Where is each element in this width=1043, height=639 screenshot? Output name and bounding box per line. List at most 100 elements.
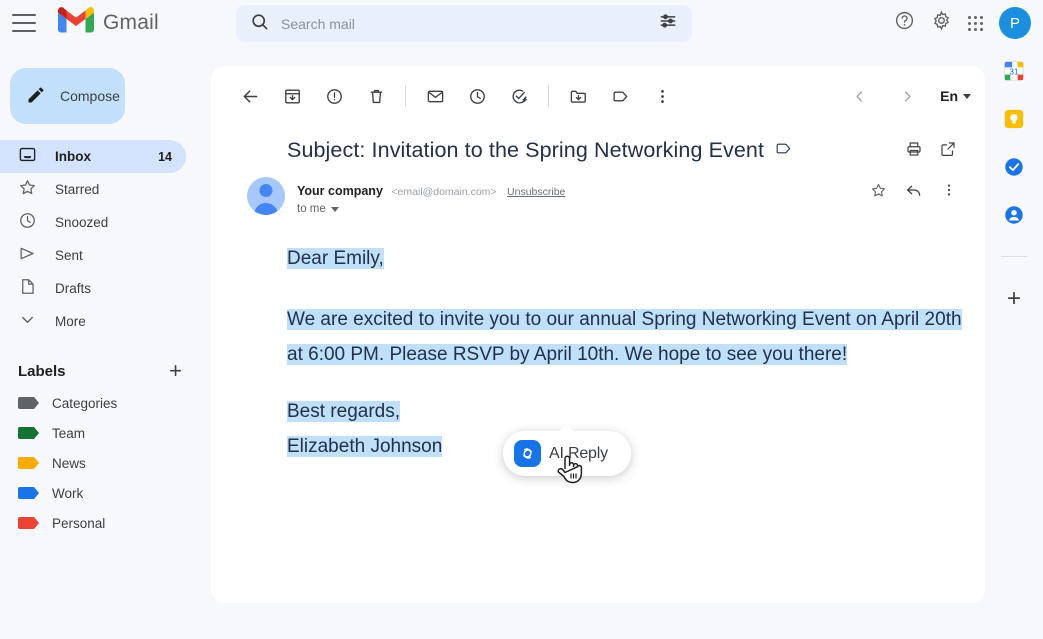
brand-label: Gmail bbox=[103, 11, 159, 34]
chevron-down-icon bbox=[963, 93, 971, 99]
label-tag-icon bbox=[18, 427, 39, 439]
toolbar-right: En bbox=[838, 76, 971, 116]
email-toolbar: En bbox=[211, 66, 985, 126]
star-icon[interactable] bbox=[870, 182, 887, 204]
star-icon bbox=[18, 178, 37, 202]
pointing-hand-cursor bbox=[556, 452, 586, 488]
sidebar: Compose Inbox 14 Starred Snoozed Sent Dr… bbox=[0, 46, 200, 639]
gmail-m-logo bbox=[57, 7, 95, 39]
more-options-icon[interactable] bbox=[941, 182, 957, 203]
sender-row: Your company <email@domain.com> Unsubscr… bbox=[211, 163, 985, 215]
sender-meta: Your company <email@domain.com> Unsubscr… bbox=[297, 177, 565, 215]
compose-label: Compose bbox=[60, 88, 120, 104]
move-to-folder-icon[interactable] bbox=[557, 76, 599, 116]
svg-text:31: 31 bbox=[1009, 68, 1019, 77]
pencil-icon bbox=[26, 85, 46, 108]
search-input[interactable] bbox=[281, 15, 658, 32]
sidebar-item-starred[interactable]: Starred bbox=[0, 173, 186, 206]
label-name: Work bbox=[52, 485, 84, 501]
email-greeting-text: Dear Emily, bbox=[287, 248, 384, 269]
clock-icon bbox=[18, 211, 37, 235]
sidebar-item-sent[interactable]: Sent bbox=[0, 239, 186, 272]
sidebar-item-label: Drafts bbox=[55, 281, 92, 296]
avatar[interactable]: P bbox=[999, 7, 1031, 39]
sidebar-item-label: Snoozed bbox=[55, 215, 109, 230]
archive-icon[interactable] bbox=[271, 76, 313, 116]
labels-icon[interactable] bbox=[599, 76, 641, 116]
label-item-team[interactable]: Team bbox=[0, 418, 200, 448]
hamburger-menu-icon[interactable] bbox=[12, 14, 36, 32]
label-item-categories[interactable]: Categories bbox=[0, 388, 200, 418]
sidebar-item-drafts[interactable]: Drafts bbox=[0, 272, 186, 305]
language-label: En bbox=[940, 88, 958, 104]
sidebar-nav: Inbox 14 Starred Snoozed Sent Drafts Mor… bbox=[0, 140, 200, 338]
gear-icon[interactable] bbox=[931, 10, 952, 36]
google-calendar-icon[interactable]: 31 bbox=[1003, 60, 1025, 82]
google-contacts-icon[interactable] bbox=[1003, 204, 1025, 226]
label-item-news[interactable]: News bbox=[0, 448, 200, 478]
previous-chevron-icon[interactable] bbox=[838, 76, 880, 116]
sidebar-item-label: Inbox bbox=[55, 149, 91, 164]
chevron-down-icon bbox=[330, 206, 339, 212]
email-paragraph: We are excited to invite you to our annu… bbox=[287, 302, 965, 372]
more-options-icon[interactable] bbox=[641, 76, 683, 116]
recipient-toggle[interactable]: to me bbox=[297, 203, 565, 215]
add-to-tasks-icon[interactable] bbox=[498, 76, 540, 116]
unsubscribe-link[interactable]: Unsubscribe bbox=[507, 186, 565, 198]
report-spam-icon[interactable] bbox=[313, 76, 355, 116]
recipient-label: to me bbox=[297, 203, 326, 215]
search-bar[interactable] bbox=[236, 5, 692, 42]
google-keep-icon[interactable] bbox=[1003, 108, 1025, 130]
brand[interactable]: Gmail bbox=[57, 7, 159, 39]
plus-icon[interactable]: + bbox=[169, 360, 182, 382]
sender-email: <email@domain.com> bbox=[391, 186, 497, 198]
search-options-icon[interactable] bbox=[658, 11, 678, 36]
search-icon bbox=[250, 12, 269, 36]
next-chevron-icon[interactable] bbox=[886, 76, 928, 116]
send-icon bbox=[18, 244, 37, 268]
sidebar-item-inbox[interactable]: Inbox 14 bbox=[0, 140, 186, 173]
label-name: Team bbox=[52, 425, 86, 441]
top-app-bar: Gmail Search mail P bbox=[0, 0, 1043, 46]
label-item-personal[interactable]: Personal bbox=[0, 508, 200, 538]
right-side-rail: 31 + bbox=[985, 60, 1043, 311]
help-icon[interactable] bbox=[894, 10, 915, 36]
label-item-work[interactable]: Work bbox=[0, 478, 200, 508]
snooze-icon[interactable] bbox=[456, 76, 498, 116]
print-icon[interactable] bbox=[905, 140, 923, 163]
labels-title: Labels bbox=[18, 362, 66, 380]
chevron-down-icon bbox=[18, 310, 37, 334]
reply-icon[interactable] bbox=[905, 181, 923, 204]
delete-icon[interactable] bbox=[355, 76, 397, 116]
message-actions bbox=[870, 181, 957, 204]
email-greeting: Dear Emily, bbox=[287, 241, 965, 276]
email-body: Dear Emily, We are excited to invite you… bbox=[211, 215, 985, 464]
compose-button[interactable]: Compose bbox=[10, 68, 125, 124]
sender-avatar[interactable] bbox=[247, 177, 285, 215]
sidebar-item-label: More bbox=[55, 314, 86, 329]
sidebar-item-snoozed[interactable]: Snoozed bbox=[0, 206, 186, 239]
mark-unread-icon[interactable] bbox=[414, 76, 456, 116]
apps-grid-icon[interactable] bbox=[968, 15, 983, 31]
back-arrow-icon[interactable] bbox=[229, 76, 271, 116]
inbox-unread-count: 14 bbox=[158, 149, 172, 164]
toolbar-divider bbox=[405, 85, 406, 107]
subject-actions bbox=[905, 140, 957, 163]
email-signature-text: Elizabeth Johnson bbox=[287, 436, 443, 457]
plus-icon[interactable]: + bbox=[1007, 287, 1021, 311]
labels-header: Labels + bbox=[0, 354, 200, 388]
email-closing-text: Best regards, bbox=[287, 401, 400, 422]
labels-list: Categories Team News Work Personal bbox=[0, 388, 200, 538]
toolbar-divider bbox=[548, 85, 549, 107]
open-in-new-icon[interactable] bbox=[939, 140, 957, 163]
language-selector[interactable]: En bbox=[940, 88, 971, 104]
subject-row: Subject: Invitation to the Spring Networ… bbox=[211, 126, 985, 163]
page-title: Subject: Invitation to the Spring Networ… bbox=[287, 138, 765, 162]
sidebar-item-more[interactable]: More bbox=[0, 305, 186, 338]
google-tasks-icon[interactable] bbox=[1003, 156, 1025, 178]
label-tag-icon[interactable] bbox=[774, 139, 793, 163]
label-tag-icon bbox=[18, 397, 39, 409]
label-name: News bbox=[52, 455, 86, 471]
sender-line: Your company <email@domain.com> Unsubscr… bbox=[297, 182, 565, 200]
email-closing: Best regards, bbox=[287, 394, 965, 429]
